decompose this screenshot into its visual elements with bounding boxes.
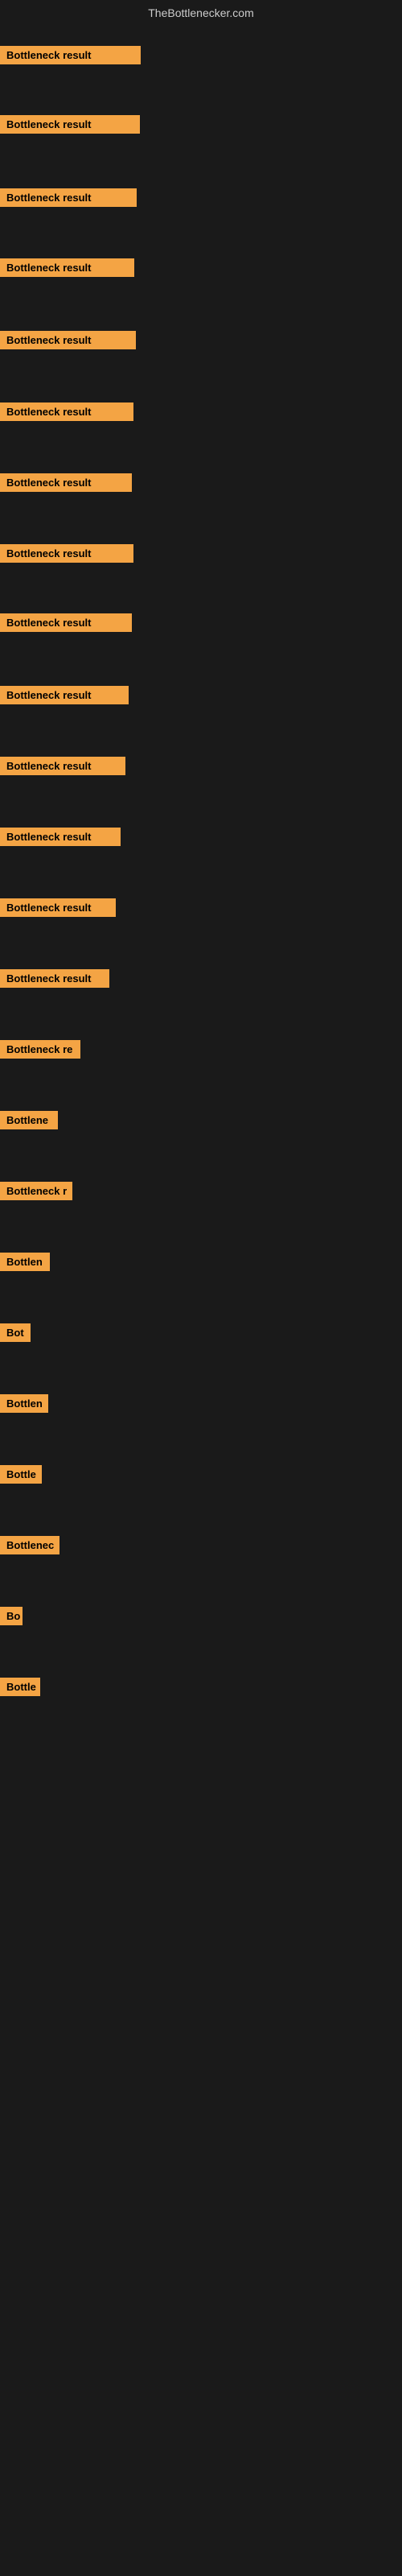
bottleneck-result-item[interactable]: Bottleneck result	[0, 613, 132, 632]
bottleneck-result-item[interactable]: Bottlen	[0, 1394, 48, 1413]
bottleneck-result-item[interactable]: Bottleneck result	[0, 969, 109, 988]
bottleneck-result-item[interactable]: Bottleneck result	[0, 46, 141, 64]
bottleneck-result-item[interactable]: Bottleneck result	[0, 828, 121, 846]
bottleneck-result-item[interactable]: Bottlen	[0, 1253, 50, 1271]
bottleneck-result-item[interactable]: Bo	[0, 1607, 23, 1625]
bottleneck-result-item[interactable]: Bottlenec	[0, 1536, 59, 1554]
bottleneck-result-item[interactable]: Bottleneck result	[0, 686, 129, 704]
bottleneck-result-item[interactable]: Bottleneck result	[0, 544, 133, 563]
bottleneck-result-item[interactable]: Bottleneck result	[0, 258, 134, 277]
bottleneck-result-item[interactable]: Bottleneck result	[0, 188, 137, 207]
bottleneck-result-item[interactable]: Bottlene	[0, 1111, 58, 1129]
bottleneck-result-item[interactable]: Bottleneck r	[0, 1182, 72, 1200]
site-title: TheBottlenecker.com	[148, 6, 254, 19]
bottleneck-result-item[interactable]: Bottleneck result	[0, 402, 133, 421]
bottleneck-result-item[interactable]: Bottleneck result	[0, 473, 132, 492]
bottleneck-result-item[interactable]: Bot	[0, 1323, 31, 1342]
bottleneck-result-item[interactable]: Bottle	[0, 1465, 42, 1484]
bottleneck-result-item[interactable]: Bottleneck result	[0, 115, 140, 134]
site-header: TheBottlenecker.com	[0, 0, 402, 29]
bottleneck-result-item[interactable]: Bottle	[0, 1678, 40, 1696]
bottleneck-result-item[interactable]: Bottleneck result	[0, 898, 116, 917]
bottleneck-result-item[interactable]: Bottleneck result	[0, 331, 136, 349]
bottleneck-result-item[interactable]: Bottleneck re	[0, 1040, 80, 1059]
bottleneck-result-item[interactable]: Bottleneck result	[0, 757, 125, 775]
